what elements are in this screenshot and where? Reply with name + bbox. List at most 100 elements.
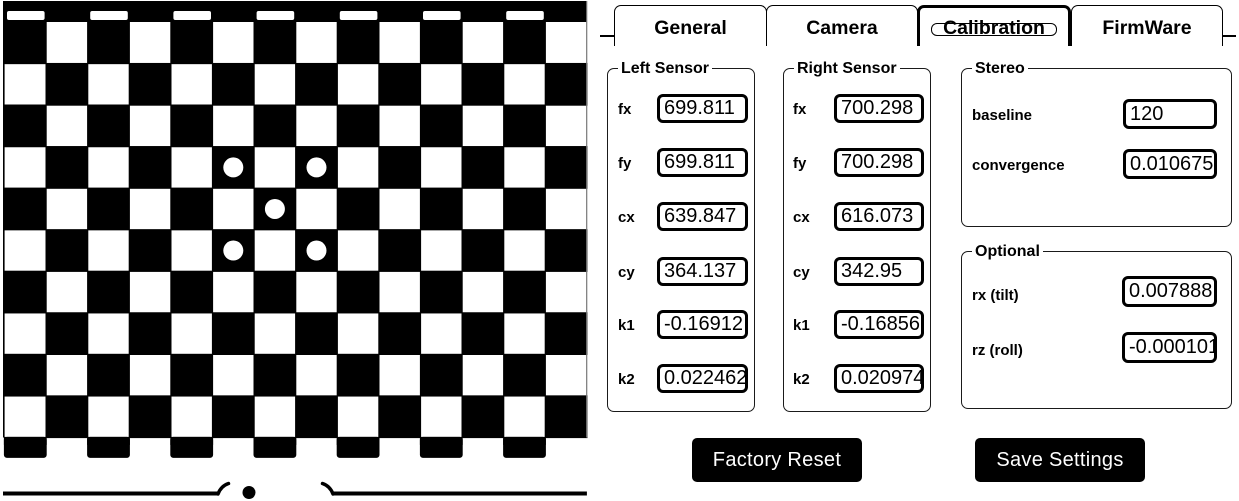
checker-square-black [419,21,463,65]
checker-square-black [253,104,297,148]
checker-square-black [378,229,422,272]
left-sensor-fy-input[interactable] [657,148,748,177]
checker-square-white-partial [173,11,211,20]
right-sensor-title: Right Sensor [794,60,900,78]
checker-square-black [336,104,380,148]
checker-square-black [461,395,505,439]
optional-rz-roll-label: rz (roll) [972,342,1023,359]
left-sensor-k1-input[interactable] [657,310,748,339]
checker-square-white-partial [339,11,378,20]
tab-bar-left-line [600,35,614,37]
tab-calibration[interactable]: Calibration [917,5,1071,46]
checker-square-black [503,187,546,231]
checker-square-black [87,21,130,65]
checker-square-black [419,187,463,231]
checker-square-black-partial-top [87,436,130,445]
right-sensor-fx-input[interactable] [834,94,924,123]
checker-square-black [503,270,546,314]
right-sensor-k1-input[interactable] [834,310,924,339]
left-sensor-cx-input[interactable] [657,202,748,231]
save-settings-button[interactable]: Save Settings [975,438,1145,482]
left-sensor-group: Left Sensor fx fy cx cy k1 k2 [607,60,755,412]
checker-square-black [87,270,130,314]
stereo-convergence-input[interactable] [1123,149,1217,179]
board-left-edge [3,1,5,438]
checker-square-white-partial [90,11,128,20]
calibration-marker-dot [306,240,327,261]
checker-square-black [3,270,47,314]
checker-square-black [170,353,214,397]
stereo-group: Stereo baseline convergence [961,60,1232,227]
right-sensor-cy-input[interactable] [834,257,924,286]
checker-square-black [378,146,422,189]
checker-square-black [3,21,47,65]
checker-square-black [170,104,214,148]
checker-square-black-partial-top [419,436,463,445]
optional-rz-roll-input[interactable] [1122,332,1217,363]
left-sensor-fx-input[interactable] [657,94,748,123]
checker-square-black-partial-top [170,436,214,445]
calibration-marker-dot [223,157,244,178]
tab-bar-right-line [1222,35,1236,37]
checker-square-black [45,62,89,106]
checker-square-black [336,353,380,397]
calibration-marker-dot [223,240,244,261]
checker-square-black [503,104,546,148]
checker-square-black [87,104,130,148]
tab-camera[interactable]: Camera [766,5,918,46]
checker-square-black [544,62,588,106]
calibration-checkerboard-image [3,1,588,499]
right-sensor-k1-label: k1 [793,317,810,334]
optional-group: Optional rx (tilt) rz (roll) [961,243,1232,409]
checker-square-black [45,312,89,355]
left-sensor-cy-input[interactable] [657,257,748,286]
tab-general[interactable]: General [614,5,767,46]
stereo-baseline-label: baseline [972,107,1033,124]
checker-square-black [253,270,297,314]
checker-square-white-partial [7,11,45,20]
checker-square-black [419,104,463,148]
checker-square-black [128,62,172,106]
checker-square-black-partial-top [503,436,546,445]
checker-square-black-partial-top [3,436,47,445]
left-sensor-title: Left Sensor [618,60,713,78]
left-sensor-k2-input[interactable] [657,364,748,393]
tab-calibration-label: Calibration [943,16,1045,39]
right-sensor-cx-label: cx [793,209,810,226]
right-sensor-fx-label: fx [793,101,807,118]
checker-square-black [45,395,89,439]
checker-square-black [45,146,89,189]
checker-square-black-partial-top [336,436,380,445]
checker-square-black [544,395,588,439]
right-sensor-cx-input[interactable] [834,202,924,231]
optional-rx-tilt-input[interactable] [1122,276,1217,307]
checker-square-black [544,229,588,272]
checker-square-black [461,146,505,189]
stereo-title: Stereo [972,60,1028,78]
checker-square-black [211,62,255,106]
checker-square-black [253,353,297,397]
checker-square-black [87,353,130,397]
stereo-baseline-input[interactable] [1123,99,1217,129]
checker-square-black [461,62,505,106]
checker-square-black [295,312,338,355]
checker-square-black [87,187,130,231]
calibration-marker-dot [264,198,285,219]
checker-square-black [378,312,422,355]
calibration-marker-dot [306,157,327,178]
factory-reset-button[interactable]: Factory Reset [692,438,862,482]
checker-square-black [3,187,47,231]
right-sensor-fy-input[interactable] [834,148,924,177]
tab-firmware[interactable]: FirmWare [1071,5,1223,46]
checker-square-black [253,21,297,65]
left-sensor-fy-label: fy [618,155,632,172]
checker-square-black [544,312,588,355]
checker-square-black [170,270,214,314]
checker-square-black [503,21,546,65]
checker-square-black [295,395,338,439]
checker-square-black [336,21,380,65]
tab-general-label: General [654,17,727,39]
checker-square-black [461,229,505,272]
right-sensor-k2-input[interactable] [834,364,924,393]
checker-square-black [295,62,338,106]
